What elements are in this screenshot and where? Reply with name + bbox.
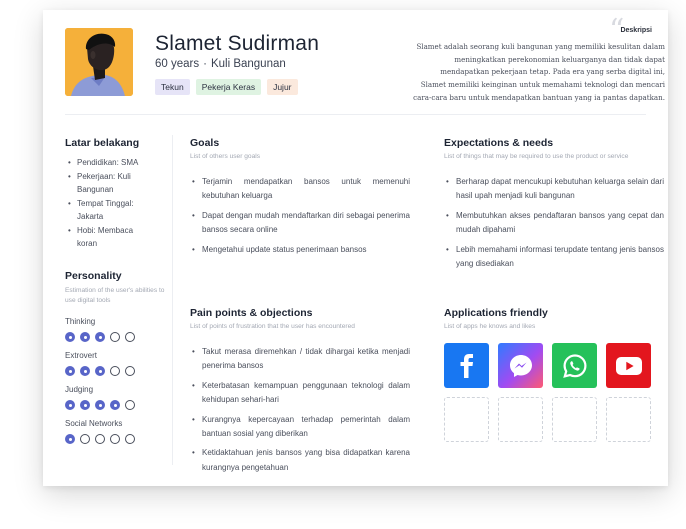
trait-extrovert: Extrovert [65,351,135,376]
persona-tags: Tekun Pekerja Keras Jujur [155,79,298,95]
pain-point-item: Kurangnya kepercayaan terhadap pemerinta… [190,413,410,442]
rating-dot-filled [65,332,75,342]
goals-list: Terjamin mendapatkan bansos untuk memenu… [190,175,410,262]
whatsapp-icon[interactable] [552,343,597,388]
goal-item: Terjamin mendapatkan bansos untuk memenu… [190,175,410,204]
pain-points-subtitle: List of points of frustration that the u… [190,323,355,330]
goals-subtitle: List of others user goals [190,153,261,160]
background-item: Hobi: Membaca koran [65,224,155,251]
apps-grid [444,343,651,442]
tag-jujur: Jujur [267,79,298,95]
rating-dot-filled [65,400,75,410]
trait-judging: Judging [65,385,135,410]
facebook-icon[interactable] [444,343,489,388]
expectations-list: Berharap dapat mencukupi kebutuhan kelua… [444,175,664,276]
persona-age: 60 years [155,58,200,70]
separator-dot: · [203,58,207,70]
rating-dot-empty [125,332,135,342]
rating-dot-filled [65,434,75,444]
rating-dot-filled [65,366,75,376]
rating-dot-filled [80,400,90,410]
rating-dot-empty [125,434,135,444]
trait-thinking: Thinking [65,317,135,342]
trait-rating [65,332,135,342]
tag-tekun: Tekun [155,79,190,95]
expectation-item: Lebih memahami informasi terupdate tenta… [444,243,664,272]
pain-points-title: Pain points & objections [190,307,313,319]
empty-app-slot [552,397,597,442]
background-list: Pendidikan: SMA Pekerjaan: Kuli Bangunan… [65,156,155,251]
rating-dot-filled [80,332,90,342]
trait-label: Extrovert [65,351,98,360]
rating-dot-empty [95,434,105,444]
rating-dot-filled [95,332,105,342]
rating-dot-empty [110,434,120,444]
rating-dot-filled [80,366,90,376]
goal-item: Dapat dengan mudah mendaftarkan diri seb… [190,209,410,238]
rating-dot-empty [80,434,90,444]
pain-point-item: Takut merasa diremehkan / tidak dihargai… [190,345,410,374]
rating-dot-filled [110,400,120,410]
goal-item: Mengetahui update status penerimaan bans… [190,243,410,258]
persona-subline: 60 years · Kuli Bangunan [155,58,286,70]
persona-name: Slamet Sudirman [155,32,320,55]
youtube-icon[interactable] [606,343,651,388]
personality-title: Personality [65,270,122,282]
empty-app-slot [606,397,651,442]
apps-title: Applications friendly [444,307,548,319]
expectations-subtitle: List of things that may be required to u… [444,153,629,160]
background-item: Pendidikan: SMA [65,156,155,170]
description-text: Slamet adalah seorang kuli bangunan yang… [413,42,665,102]
messenger-icon[interactable] [498,343,543,388]
description-label: Deskripsi [620,27,652,34]
persona-card: Slamet Sudirman 60 years · Kuli Bangunan T… [43,10,668,486]
personality-subtitle: Estimation of the user's abilities to us… [65,287,165,304]
rating-dot-filled [95,366,105,376]
background-item: Tempat Tinggal: Jakarta [65,197,155,224]
rating-dot-empty [125,400,135,410]
empty-app-slot [444,397,489,442]
trait-rating [65,434,135,444]
trait-label: Judging [65,385,94,394]
rating-dot-filled [95,400,105,410]
column-divider [172,135,173,465]
pain-point-item: Keterbatasan kemampuan penggunaan teknol… [190,379,410,408]
pain-points-list: Takut merasa diremehkan / tidak dihargai… [190,345,410,480]
pain-point-item: Ketidaktahuan jenis bansos yang bisa did… [190,446,410,475]
rating-dot-empty [110,332,120,342]
rating-dot-empty [110,366,120,376]
trait-social-networks: Social Networks [65,419,135,444]
avatar [65,28,133,96]
background-item: Pekerjaan: Kuli Bangunan [65,170,155,197]
trait-rating [65,366,135,376]
trait-label: Thinking [65,317,96,326]
tag-pekerja-keras: Pekerja Keras [195,79,262,95]
persona-occupation: Kuli Bangunan [210,58,286,70]
trait-label: Social Networks [65,419,123,428]
trait-rating [65,400,135,410]
expectation-item: Membutuhkan akses pendaftaran bansos yan… [444,209,664,238]
expectations-title: Expectations & needs [444,137,554,149]
rating-dot-empty [125,366,135,376]
empty-app-slot [498,397,543,442]
apps-subtitle: List of apps he knows and likes [444,323,536,330]
header-divider [65,114,646,115]
background-title: Latar belakang [65,137,140,149]
expectation-item: Berharap dapat mencukupi kebutuhan kelua… [444,175,664,204]
goals-title: Goals [190,137,220,149]
